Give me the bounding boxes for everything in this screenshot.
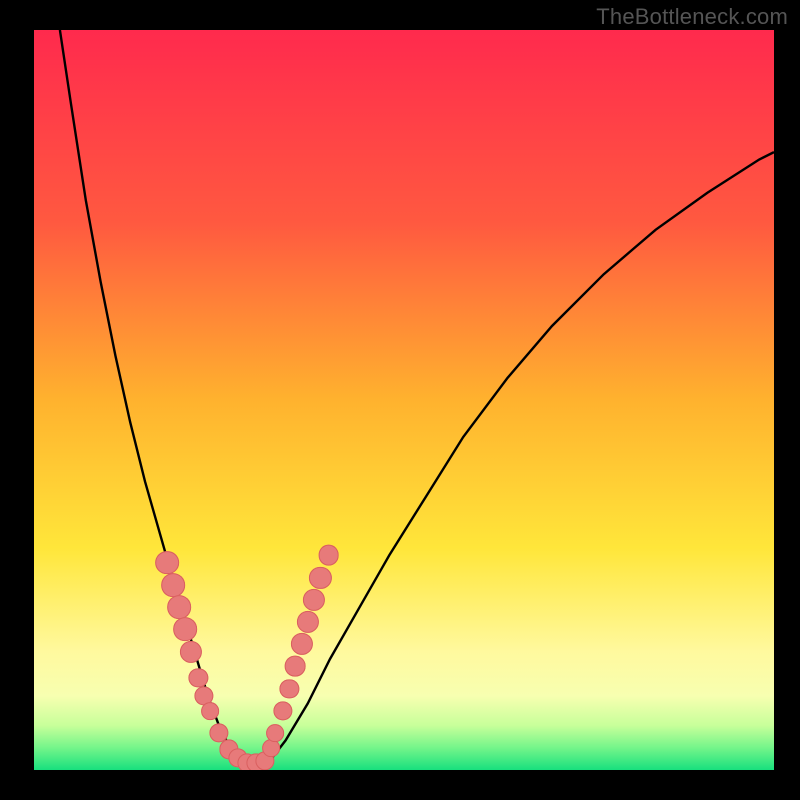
data-point	[155, 551, 179, 575]
data-point	[318, 545, 339, 566]
chart-frame: TheBottleneck.com	[0, 0, 800, 800]
data-point	[167, 595, 191, 619]
plot-area	[34, 30, 774, 770]
data-point	[161, 573, 185, 597]
bottleneck-curve	[34, 30, 774, 770]
watermark-text: TheBottleneck.com	[596, 4, 788, 30]
data-point	[285, 656, 306, 677]
data-point	[266, 724, 284, 742]
data-point	[173, 618, 197, 642]
data-point	[201, 702, 219, 720]
